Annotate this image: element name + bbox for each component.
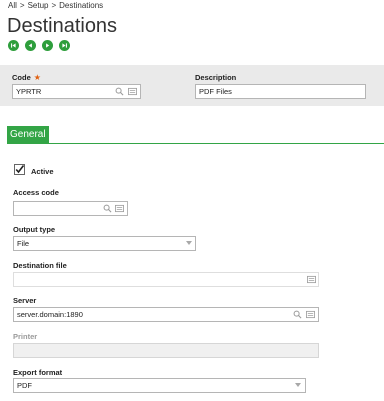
code-label-text: Code — [12, 73, 31, 82]
breadcrumb: All > Setup > Destinations — [8, 1, 103, 10]
search-icon[interactable] — [115, 87, 124, 96]
export-format-select[interactable]: PDF — [13, 378, 306, 393]
first-record-button[interactable] — [8, 40, 19, 51]
breadcrumb-separator: > — [19, 1, 25, 10]
tab-general[interactable]: General — [7, 126, 49, 143]
destination-file-label: Destination file — [13, 261, 67, 270]
access-code-label: Access code — [13, 188, 59, 197]
code-field[interactable]: YPRTR — [12, 84, 141, 99]
destination-file-field[interactable] — [13, 272, 319, 287]
first-record-icon — [11, 43, 16, 48]
selection-list-icon[interactable] — [306, 310, 315, 319]
printer-field — [13, 343, 319, 358]
breadcrumb-item-setup[interactable]: Setup — [28, 1, 49, 10]
description-label: Description — [195, 73, 237, 82]
breadcrumb-separator: > — [51, 1, 57, 10]
next-record-icon — [46, 43, 50, 48]
export-format-value: PDF — [17, 381, 32, 390]
page-title: Destinations — [7, 15, 118, 37]
code-label: Code ★ — [12, 73, 41, 82]
printer-label: Printer — [13, 332, 38, 341]
selection-list-icon[interactable] — [307, 275, 316, 284]
selection-list-icon[interactable] — [115, 204, 124, 213]
server-label: Server — [13, 296, 37, 305]
last-record-icon — [62, 43, 67, 48]
server-field[interactable]: server.domain:1890 — [13, 307, 319, 322]
output-type-value: File — [17, 239, 30, 248]
previous-record-button[interactable] — [25, 40, 36, 51]
required-star-icon: ★ — [33, 73, 41, 82]
chevron-down-icon[interactable] — [186, 241, 192, 245]
last-record-button[interactable] — [59, 40, 70, 51]
server-value: server.domain:1890 — [17, 310, 83, 319]
search-icon[interactable] — [103, 204, 112, 213]
breadcrumb-item-destinations: Destinations — [59, 1, 104, 10]
access-code-field[interactable] — [13, 201, 128, 216]
export-format-label: Export format — [13, 368, 63, 377]
chevron-down-icon[interactable] — [295, 383, 301, 387]
output-type-label: Output type — [13, 225, 56, 234]
active-checkbox-icon[interactable] — [14, 164, 25, 175]
output-type-select[interactable]: File — [13, 236, 196, 251]
previous-record-icon — [28, 43, 32, 48]
next-record-button[interactable] — [42, 40, 53, 51]
selection-list-icon[interactable] — [128, 87, 137, 96]
active-label: Active — [31, 167, 54, 176]
description-field[interactable]: PDF Files — [195, 84, 366, 99]
code-value: YPRTR — [16, 87, 42, 96]
breadcrumb-item-all[interactable]: All — [8, 1, 17, 10]
search-icon[interactable] — [293, 310, 302, 319]
